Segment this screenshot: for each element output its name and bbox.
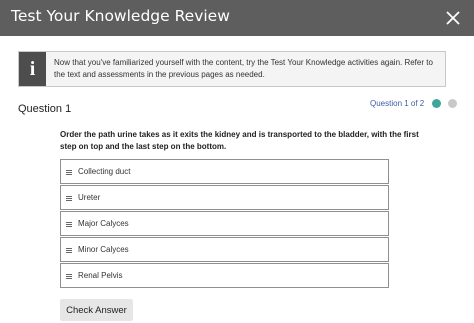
progress-dot-current[interactable]: [432, 99, 441, 108]
drag-handle-icon[interactable]: [66, 222, 72, 227]
answer-label: Ureter: [78, 193, 101, 202]
draggable-answer-item[interactable]: Minor Calyces: [60, 237, 389, 262]
question-title: Question 1: [18, 103, 72, 115]
drag-handle-icon[interactable]: [66, 248, 72, 253]
answer-label: Collecting duct: [78, 167, 131, 176]
answer-label: Major Calyces: [78, 219, 129, 228]
draggable-answer-item[interactable]: Collecting duct: [60, 159, 389, 184]
close-button[interactable]: [440, 5, 466, 31]
close-icon: [446, 11, 460, 25]
answer-label: Minor Calyces: [78, 245, 129, 254]
answer-label: Renal Pelvis: [78, 271, 123, 280]
info-callout: i Now that you've familiarized yourself …: [18, 51, 446, 87]
info-icon: i: [19, 52, 46, 86]
question-progress: Question 1 of 2: [370, 99, 425, 108]
draggable-answer-item[interactable]: Ureter: [60, 185, 389, 210]
drag-handle-icon[interactable]: [66, 274, 72, 279]
dialog-title: Test Your Knowledge Review: [11, 7, 230, 25]
question-prompt: Order the path urine takes as it exits t…: [60, 130, 419, 151]
drag-handle-icon[interactable]: [66, 196, 72, 201]
draggable-answer-item[interactable]: Renal Pelvis: [60, 263, 389, 288]
dialog-header: Test Your Knowledge Review: [0, 0, 474, 36]
drag-handle-icon[interactable]: [66, 170, 72, 175]
progress-dot-next[interactable]: [448, 99, 457, 108]
check-answer-button[interactable]: Check Answer: [60, 299, 133, 321]
info-text: Now that you've familiarized yourself wi…: [54, 58, 433, 79]
draggable-answer-item[interactable]: Major Calyces: [60, 211, 389, 236]
